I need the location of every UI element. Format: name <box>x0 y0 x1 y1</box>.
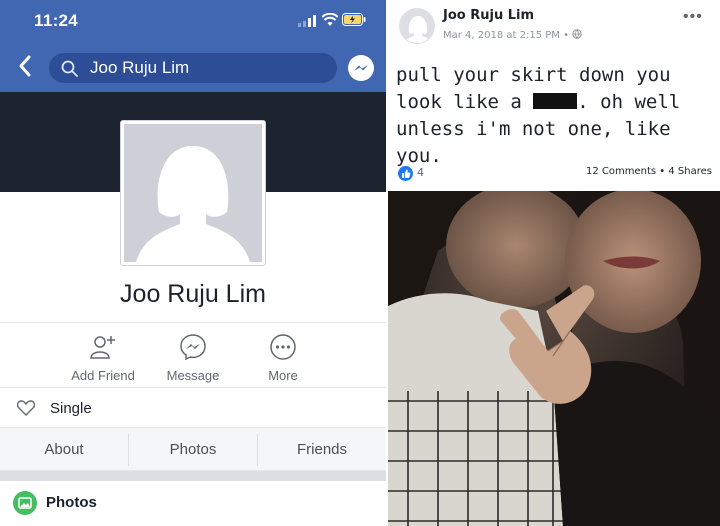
like-reaction-icon <box>398 166 413 181</box>
photos-icon <box>13 491 37 515</box>
signal-icon <box>298 15 316 27</box>
selfie-photo <box>388 191 720 526</box>
comments-shares-count[interactable]: 12 Comments • 4 Shares <box>586 166 712 177</box>
back-arrow-icon[interactable] <box>14 53 36 79</box>
relationship-label: Single <box>50 400 92 417</box>
wifi-icon <box>322 13 338 26</box>
heart-icon <box>17 400 35 416</box>
battery-icon <box>342 13 366 26</box>
post-meta: Mar 4, 2018 at 2:15 PM • <box>443 29 582 41</box>
add-friend-label: Add Friend <box>71 368 135 383</box>
profile-tabs: About Photos Friends <box>0 427 386 471</box>
search-input[interactable]: Joo Ruju Lim <box>49 53 337 83</box>
messenger-icon[interactable] <box>347 54 375 82</box>
message-label: Message <box>166 368 220 383</box>
tab-photos[interactable]: Photos <box>129 428 257 472</box>
post-text: pull your skirt down you look like a . o… <box>396 62 716 170</box>
photos-section-title: Photos <box>46 494 97 511</box>
status-bar: 11:24 <box>0 0 386 42</box>
photos-section-header[interactable]: Photos <box>0 481 386 526</box>
post-date[interactable]: Mar 4, 2018 at 2:15 PM <box>443 30 560 41</box>
meta-separator: • <box>563 30 573 41</box>
more-label: More <box>268 368 298 383</box>
globe-icon <box>572 29 582 39</box>
profile-actions: Add Friend Message More <box>0 322 386 388</box>
add-friend-icon <box>90 336 115 359</box>
like-count: 4 <box>417 166 424 179</box>
redaction-bar <box>533 93 578 109</box>
search-icon <box>61 60 78 77</box>
profile-screen: 11:24 Joo Ruju Lim Joo Ruju Lim Add Frie… <box>0 0 386 526</box>
profile-picture[interactable] <box>120 120 266 266</box>
status-time: 11:24 <box>34 11 79 30</box>
tab-friends[interactable]: Friends <box>258 428 386 472</box>
profile-name: Joo Ruju Lim <box>120 280 266 308</box>
post-author-avatar[interactable] <box>399 8 435 44</box>
add-friend-button[interactable]: Add Friend <box>58 333 148 383</box>
message-button[interactable]: Message <box>148 333 238 383</box>
search-query: Joo Ruju Lim <box>90 58 190 77</box>
screenshot-collage: 11:24 Joo Ruju Lim Joo Ruju Lim Add Frie… <box>0 0 720 526</box>
tab-about[interactable]: About <box>0 428 128 472</box>
post-author-name[interactable]: Joo Ruju Lim <box>443 8 534 23</box>
section-separator <box>0 471 386 481</box>
more-button[interactable]: More <box>238 333 328 383</box>
more-icon <box>270 334 296 360</box>
default-avatar-silhouette <box>124 124 262 262</box>
messenger-icon <box>180 334 206 361</box>
post-options-icon[interactable]: ••• <box>683 8 703 26</box>
post-screen: Joo Ruju Lim Mar 4, 2018 at 2:15 PM • ••… <box>388 0 720 526</box>
relationship-status: Single <box>0 392 386 426</box>
post-photo[interactable] <box>388 191 720 526</box>
search-header: Joo Ruju Lim <box>0 42 386 92</box>
